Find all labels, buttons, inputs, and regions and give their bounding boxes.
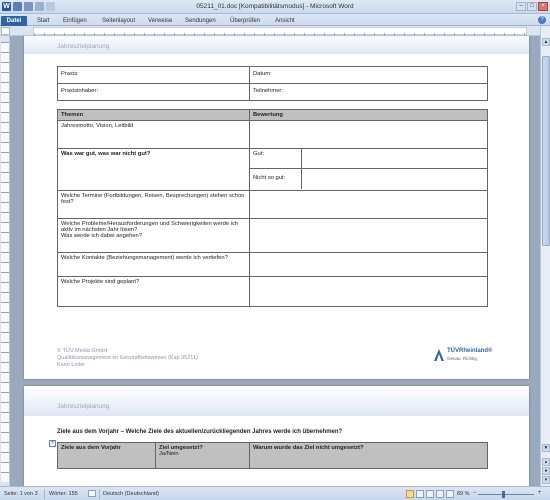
scroll-up-icon[interactable]: ▲: [542, 38, 550, 46]
outline-view-icon[interactable]: [436, 490, 444, 498]
topic-text: Jahresmotto, Vision, Leitbild: [61, 123, 134, 129]
draft-view-icon[interactable]: [446, 490, 454, 498]
vertical-scrollbar[interactable]: ▲ ▼ ▴ ● ▾: [540, 26, 550, 486]
tab-ueberpruefen[interactable]: Überprüfen: [227, 16, 263, 26]
praxisinhaber-label: Praxisinhaber:: [61, 88, 99, 94]
logo-tagline: Genau. Richtig.: [447, 356, 479, 361]
zoom-level[interactable]: 89 %: [457, 490, 470, 498]
tab-seitenlayout[interactable]: Seitenlayout: [99, 16, 138, 26]
document-page-1[interactable]: Jahreszielplanung Praxis: Datum: Praxisi…: [24, 36, 529, 379]
section-heading: Ziele aus dem Vorjahr – Welche Ziele des…: [57, 429, 343, 435]
title-bar: W 05211_01.doc [Kompatibilitätsmodus] - …: [0, 0, 550, 14]
teilnehmer-label: Teilnehmer:: [253, 88, 283, 94]
tab-ansicht[interactable]: Ansicht: [272, 16, 298, 26]
topic-cell[interactable]: Jahresmotto, Vision, Leitbild: [57, 120, 250, 149]
nicht-gut-subcell[interactable]: Nicht so gut:: [250, 169, 487, 189]
column-header-themen: Themen: [57, 109, 250, 121]
goals-table: Ziele aus dem Vorjahr Ziel umgesetzt? Ja…: [57, 442, 488, 469]
datum-cell[interactable]: Datum:: [249, 66, 488, 84]
status-bar: Seite: 1 von 3 Wörter: 155 Deutsch (Deut…: [0, 486, 550, 500]
topic-text: Welche Kontakte (Beziehungsmanagement) w…: [61, 255, 228, 261]
ja-nein-label: Ja/Nein: [159, 451, 179, 457]
praxis-cell[interactable]: Praxis:: [57, 66, 250, 84]
topic-cell[interactable]: Welche Termine (Fortbildungen, Reisen, B…: [57, 190, 250, 219]
header-title: Jahreszielplanung: [57, 43, 110, 50]
table-move-handle-icon[interactable]: +: [49, 440, 56, 447]
gut-subcell[interactable]: Gut:: [250, 149, 487, 169]
topic-cell[interactable]: Welche Probleme/Herausforderungen und Sc…: [57, 218, 250, 253]
rating-cell[interactable]: [249, 190, 488, 219]
zoom-slider[interactable]: [478, 494, 534, 495]
column-header-bewertung: Bewertung: [249, 109, 488, 121]
topics-table: Themen Bewertung Jahresmotto, Vision, Le…: [57, 109, 488, 307]
praxis-label: Praxis:: [61, 71, 79, 77]
gut-label: Gut:: [250, 149, 302, 168]
topic-text: Welche Projekte sind geplant?: [61, 279, 140, 285]
language-indicator[interactable]: Deutsch (Deutschland): [103, 490, 159, 498]
topic-text: Was war gut, was war nicht gut?: [61, 151, 151, 157]
full-screen-view-icon[interactable]: [416, 490, 424, 498]
page-count[interactable]: Seite: 1 von 3: [4, 490, 38, 498]
minimize-button[interactable]: –: [516, 2, 526, 11]
tab-datei[interactable]: Datei: [1, 16, 27, 26]
column-header-ziele: Ziele aus dem Vorjahr: [57, 442, 156, 469]
rating-cell[interactable]: [249, 276, 488, 307]
datum-label: Datum:: [253, 71, 272, 77]
proofing-icon[interactable]: [88, 490, 96, 497]
previous-page-icon[interactable]: ▴: [542, 458, 550, 466]
rating-cell[interactable]: [249, 218, 488, 253]
window-controls: – □ ×: [516, 2, 548, 11]
ribbon-tabs: Datei Start Einfügen Seitenlayout Verwei…: [0, 14, 550, 26]
print-layout-view-icon[interactable]: [406, 490, 414, 498]
scroll-down-icon[interactable]: ▼: [542, 444, 550, 452]
tab-selector[interactable]: [1, 27, 10, 35]
word-count[interactable]: Wörter: 155: [49, 490, 78, 498]
tuv-rheinland-logo: TÜVRheinland® Genau. Richtig.: [434, 348, 496, 364]
page-footer: © TÜV Media GmbH Qualitätsmanagement im …: [57, 348, 198, 369]
page-header: Jahreszielplanung: [24, 36, 529, 54]
document-page-2[interactable]: Jahreszielplanung Ziele aus dem Vorjahr …: [24, 386, 529, 486]
ruler-scale: [33, 27, 527, 36]
footer-author: Karin Leiter: [57, 362, 86, 368]
column-header-warum: Warum wurde das Ziel nicht umgesetzt?: [249, 442, 488, 469]
topic-cell[interactable]: Welche Kontakte (Beziehungsmanagement) w…: [57, 252, 250, 277]
vertical-ruler[interactable]: [0, 36, 10, 486]
triangle-logo-icon: [434, 349, 444, 361]
nicht-gut-label: Nicht so gut:: [250, 169, 302, 189]
web-layout-view-icon[interactable]: [426, 490, 434, 498]
logo-brand-text: TÜVRheinland®: [447, 348, 493, 354]
tab-sendungen[interactable]: Sendungen: [182, 16, 219, 26]
close-button[interactable]: ×: [538, 2, 548, 11]
column-header-umgesetzt: Ziel umgesetzt? Ja/Nein: [155, 442, 250, 469]
topic-text: Welche Termine (Fortbildungen, Reisen, B…: [61, 193, 245, 205]
tab-start[interactable]: Start: [34, 16, 53, 26]
window-title: 05211_01.doc [Kompatibilitätsmodus] - Mi…: [196, 3, 354, 10]
zoom-in-icon[interactable]: +: [536, 490, 543, 497]
rating-cell[interactable]: Gut: Nicht so gut:: [249, 148, 488, 191]
zoom-out-icon[interactable]: −: [471, 490, 478, 497]
header-title: Jahreszielplanung: [57, 403, 110, 410]
browse-object-icon[interactable]: ●: [542, 467, 550, 475]
rating-cell[interactable]: [249, 120, 488, 149]
scrollbar-thumb[interactable]: [542, 56, 550, 246]
zoom-slider-thumb[interactable]: [502, 491, 505, 498]
praxisinhaber-cell[interactable]: Praxisinhaber:: [57, 83, 250, 101]
rating-cell[interactable]: [249, 252, 488, 277]
tab-einfuegen[interactable]: Einfügen: [60, 16, 90, 26]
topic-cell[interactable]: Welche Projekte sind geplant?: [57, 276, 250, 307]
document-area[interactable]: Jahreszielplanung Praxis: Datum: Praxisi…: [11, 36, 539, 486]
tab-verweise[interactable]: Verweise: [145, 16, 175, 26]
teilnehmer-cell[interactable]: Teilnehmer:: [249, 83, 488, 101]
vertical-ruler-scale: [1, 42, 9, 482]
help-icon[interactable]: ?: [538, 16, 546, 24]
info-table: Praxis: Datum: Praxisinhaber: Teilnehmer…: [57, 66, 488, 101]
horizontal-ruler[interactable]: [0, 26, 550, 36]
next-page-icon[interactable]: ▾: [542, 476, 550, 484]
maximize-button[interactable]: □: [527, 2, 537, 11]
topic-cell[interactable]: Was war gut, was war nicht gut?: [57, 148, 250, 191]
footer-copyright: © TÜV Media GmbH: [57, 348, 108, 354]
page-header: Jahreszielplanung: [24, 386, 529, 416]
footer-source: Qualitätsmanagement im Gesundheitswesen …: [57, 355, 198, 361]
topic-text: Welche Probleme/Herausforderungen und Sc…: [61, 221, 239, 239]
